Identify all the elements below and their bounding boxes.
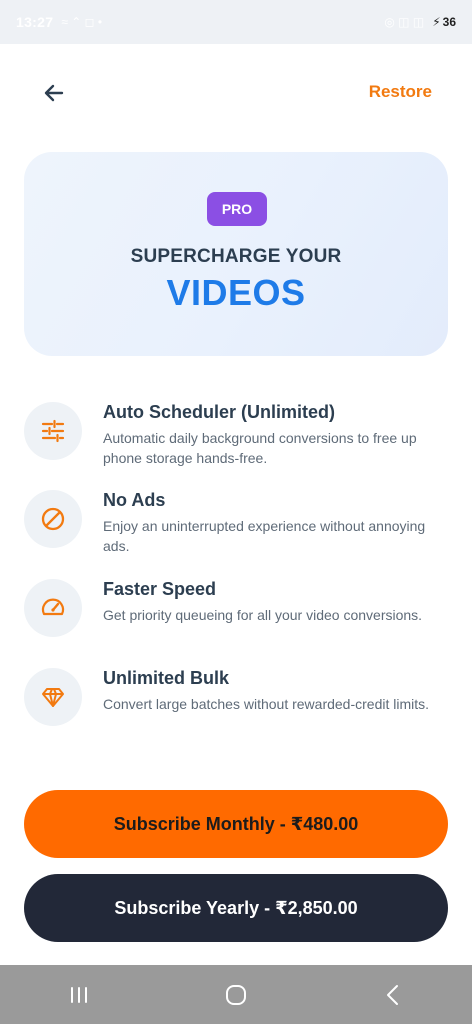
home-icon xyxy=(225,984,246,1005)
feature-title: No Ads xyxy=(103,490,166,510)
recent-apps-icon xyxy=(70,986,87,1003)
battery-level: 36 xyxy=(442,15,456,29)
feature-title: Unlimited Bulk xyxy=(103,668,230,688)
no-entry-icon xyxy=(24,490,82,548)
feature-description: Automatic daily background conversions t… xyxy=(103,430,417,466)
back-button[interactable] xyxy=(30,73,78,113)
feature-description: Get priority queueing for all your video… xyxy=(103,607,423,623)
recent-apps-button[interactable] xyxy=(49,973,109,1017)
charging-icon: ⚡ xyxy=(432,15,441,29)
feature-no-ads: No Ads Enjoy an uninterrupted experience… xyxy=(24,490,448,570)
notification-icons: ≈ ⌃ ◻ • xyxy=(61,15,103,29)
restore-button[interactable]: Restore xyxy=(369,82,432,102)
subscribe-monthly-button[interactable]: Subscribe Monthly - ₹480.00 xyxy=(24,790,448,858)
back-nav-button[interactable] xyxy=(363,973,423,1017)
chevron-left-icon xyxy=(387,984,399,1005)
status-bar: 13:27 ≈ ⌃ ◻ • ◎ ◫ ◫ ⚡ 36 xyxy=(0,0,472,44)
arrow-left-icon xyxy=(44,84,64,102)
status-time: 13:27 xyxy=(16,14,54,30)
hero-subtitle: SUPERCHARGE YOUR xyxy=(130,246,342,267)
home-button[interactable] xyxy=(206,973,266,1017)
hero-card: PRO SUPERCHARGE YOUR VIDEOS xyxy=(24,152,448,356)
feature-faster-speed: Faster Speed Get priority queueing for a… xyxy=(24,579,448,659)
sliders-icon xyxy=(24,402,82,460)
subscribe-yearly-button[interactable]: Subscribe Yearly - ₹2,850.00 xyxy=(24,874,448,942)
system-navigation-bar xyxy=(0,965,472,1024)
feature-title: Faster Speed xyxy=(103,579,217,599)
battery-indicator: ⚡ 36 xyxy=(432,15,456,29)
diamond-icon xyxy=(24,668,82,726)
speedometer-icon xyxy=(24,579,82,637)
feature-description: Convert large batches without rewarded-c… xyxy=(103,696,430,712)
feature-unlimited-bulk: Unlimited Bulk Convert large batches wit… xyxy=(24,668,448,748)
feature-description: Enjoy an uninterrupted experience withou… xyxy=(103,518,426,554)
feature-auto-scheduler: Auto Scheduler (Unlimited) Automatic dai… xyxy=(24,402,448,482)
feature-title: Auto Scheduler (Unlimited) xyxy=(103,402,336,422)
hero-title: VIDEOS xyxy=(166,272,306,313)
system-icons: ◎ ◫ ◫ xyxy=(384,15,425,29)
pro-badge: PRO xyxy=(207,192,267,226)
